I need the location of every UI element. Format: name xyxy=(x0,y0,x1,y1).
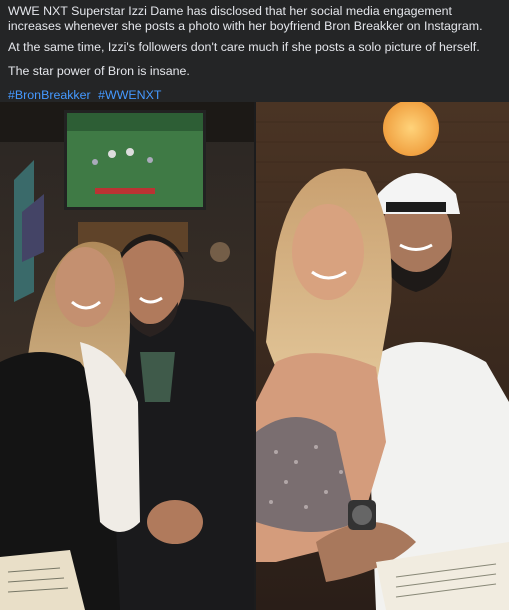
left-photo[interactable] xyxy=(0,102,254,610)
post-text: WWE NXT Superstar Izzi Dame has disclose… xyxy=(8,4,498,112)
hashtag-row: #BronBreakker #WWENXT xyxy=(8,88,498,103)
post-paragraph-2: At the same time, Izzi's followers don't… xyxy=(8,40,480,54)
right-photo[interactable] xyxy=(256,102,509,610)
post-paragraph-3: The star power of Bron is insane. xyxy=(8,64,190,78)
photo-grid xyxy=(0,102,509,610)
hashtag-wwenxt[interactable]: #WWENXT xyxy=(98,88,161,102)
hashtag-bronbreakker[interactable]: #BronBreakker xyxy=(8,88,91,102)
post-card: WWE NXT Superstar Izzi Dame has disclose… xyxy=(0,0,509,610)
right-photo-illustration xyxy=(256,102,509,610)
left-photo-illustration xyxy=(0,102,254,610)
post-paragraph-1: WWE NXT Superstar Izzi Dame has disclose… xyxy=(8,4,483,33)
